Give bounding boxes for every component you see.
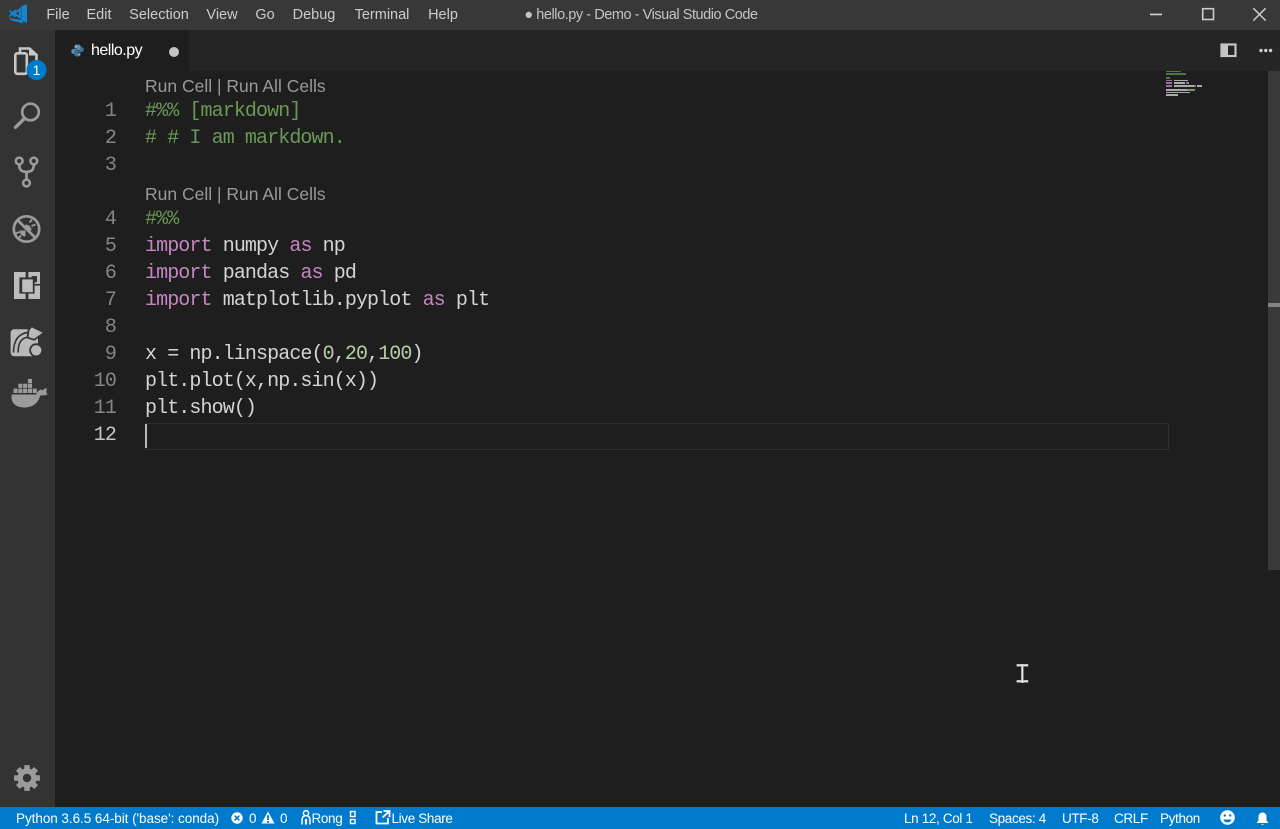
svg-text:1: 1 [33, 62, 41, 78]
